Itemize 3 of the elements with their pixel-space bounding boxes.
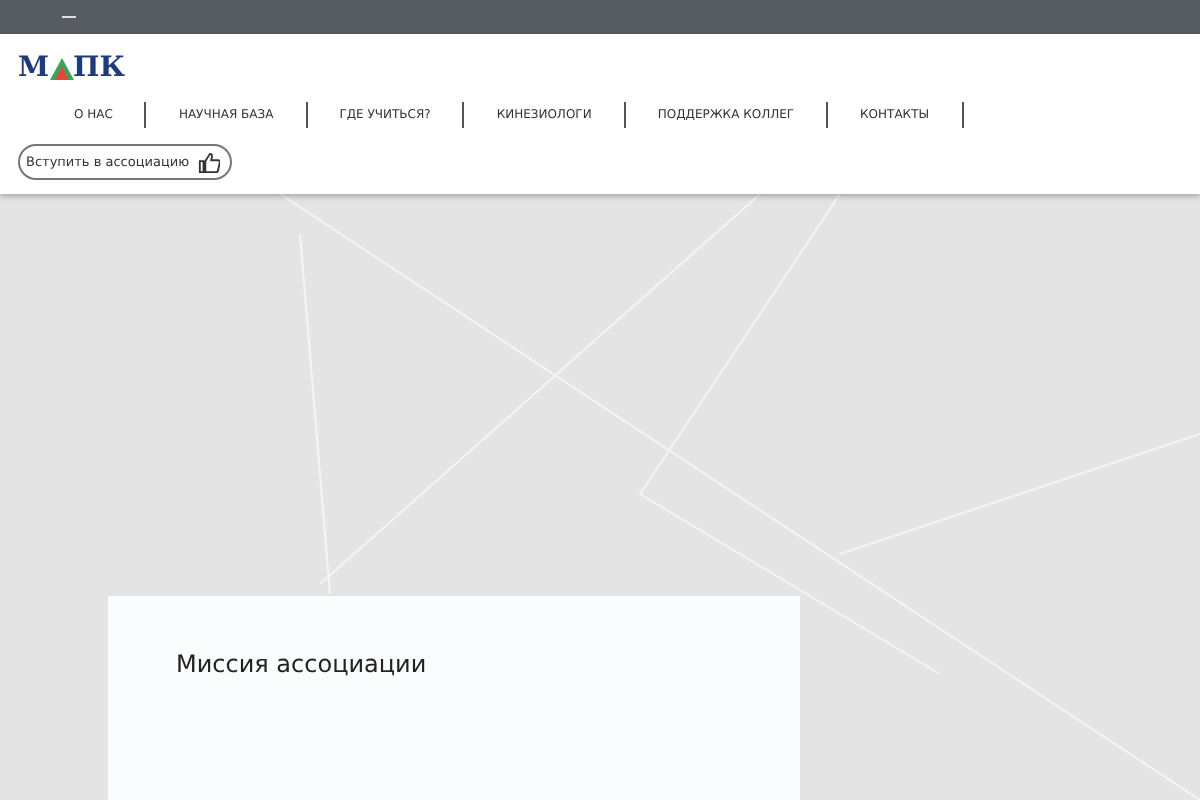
card-title: Миссия ассоциации (176, 650, 429, 678)
logo[interactable]: М ПК (18, 52, 125, 84)
thumbs-up-icon (197, 151, 220, 173)
